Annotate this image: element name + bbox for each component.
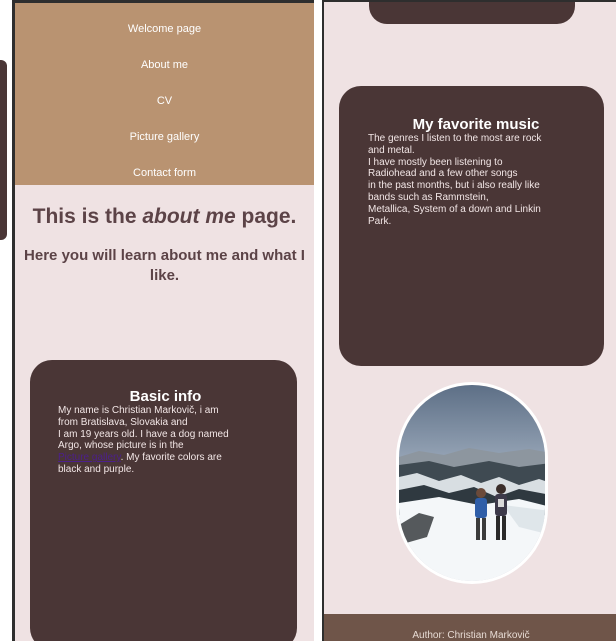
music-line: Radiohead and a few other songs <box>368 168 518 180</box>
music-line: and metal. <box>368 144 415 156</box>
basic-info-after-link: . My favorite colors are <box>120 452 222 464</box>
music-line: I have mostly been listening to <box>368 156 503 168</box>
music-line: bands such as Rammstein, <box>368 191 489 203</box>
basic-info-line: Argo, whose picture is in the <box>58 440 184 452</box>
basic-info-line: My name is Christian Markovič, i am <box>58 405 219 416</box>
mountain-photo <box>396 382 548 584</box>
photo-mountain-snow-icon <box>399 385 545 581</box>
basic-info-line: black and purple. <box>58 463 135 475</box>
page-subtitle: Here you will learn about me and what I … <box>24 247 305 284</box>
basic-info-title: Basic info <box>129 388 202 405</box>
music-card: My favorite music The genres I listen to… <box>339 86 604 366</box>
page-footer: Author: Christian Markovič <box>324 614 616 641</box>
nav-item-cv[interactable]: CV <box>157 83 172 119</box>
title-suffix: page. <box>235 205 297 228</box>
music-line: in the past months, but i also really li… <box>368 180 540 192</box>
picture-gallery-link[interactable]: Picture gallery <box>58 452 121 463</box>
music-title: My favorite music <box>412 116 540 133</box>
music-line: Metallica, System of a down and Linkin <box>368 203 541 215</box>
title-emphasis: about me <box>142 205 236 228</box>
music-text: The genres I listen to the most are rock… <box>368 133 584 227</box>
title-prefix: This is the <box>32 205 143 228</box>
nav-item-welcome[interactable]: Welcome page <box>128 11 201 47</box>
about-page-bottom-view: My favorite music The genres I listen to… <box>322 0 616 641</box>
basic-info-line: from Bratislava, Slovakia and <box>58 416 188 428</box>
nav-item-contact[interactable]: Contact form <box>133 155 196 191</box>
page-title: This is the about me page. <box>15 203 314 230</box>
basic-info-link-line: Picture gallery. My favorite colors are <box>58 452 273 464</box>
basic-info-line: I am 19 years old. I have a dog named <box>58 428 229 440</box>
basic-info-card: Basic info My name is Christian Markovič… <box>30 360 297 641</box>
offscreen-card-edge <box>0 60 7 240</box>
nav-item-gallery[interactable]: Picture gallery <box>130 119 200 155</box>
music-line: Park. <box>368 215 392 227</box>
about-page-top-view: Welcome page About me CV Picture gallery… <box>12 0 314 641</box>
music-line: The genres I listen to the most are rock <box>368 133 542 144</box>
nav-item-about[interactable]: About me <box>141 47 188 83</box>
basic-info-text: My name is Christian Markovič, i am from… <box>58 405 273 476</box>
previous-card-bottom <box>369 2 575 24</box>
navigation-menu: Welcome page About me CV Picture gallery… <box>15 3 314 185</box>
